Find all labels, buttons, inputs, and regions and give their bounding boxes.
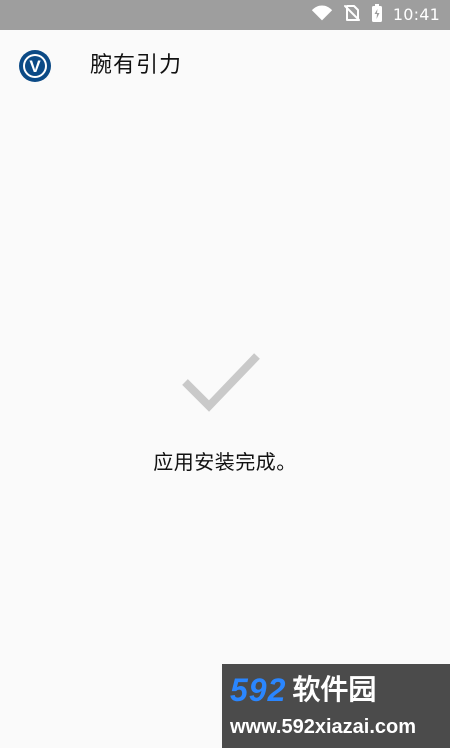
watermark-brand-text: 软件园 [292, 673, 377, 706]
status-bar: 10:41 [0, 0, 450, 30]
checkmark-icon [182, 353, 260, 412]
app-title: 腕有引力 [90, 53, 183, 78]
install-complete-area: 应用安装完成。 [0, 340, 450, 474]
watermark-brand: 592 软件园 [230, 670, 442, 710]
install-complete-message: 应用安装完成。 [153, 450, 297, 474]
app-header: V 腕有引力 [0, 30, 450, 102]
wifi-icon [311, 4, 333, 26]
battery-charging-icon [371, 3, 383, 27]
app-logo: V [19, 50, 51, 82]
watermark: 592 软件园 www.592xiazai.com [222, 664, 450, 748]
status-icons: 10:41 [311, 3, 440, 27]
watermark-url: www.592xiazai.com [230, 716, 417, 738]
status-time: 10:41 [392, 5, 440, 24]
watermark-number: 592 [230, 672, 287, 708]
app-logo-letter: V [29, 57, 41, 76]
no-sim-icon [343, 4, 361, 26]
